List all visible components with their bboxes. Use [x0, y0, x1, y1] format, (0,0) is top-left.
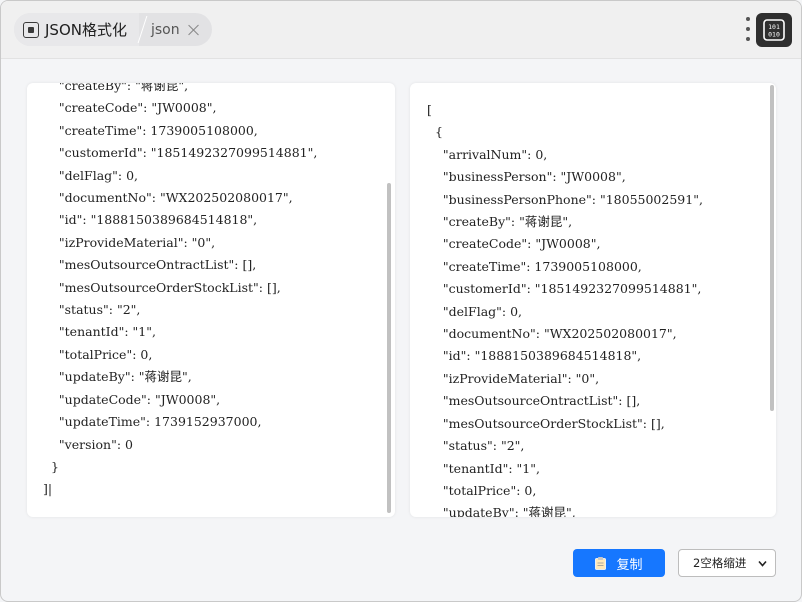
copy-button[interactable]: 复制 — [573, 549, 665, 577]
chevron-down-icon — [758, 560, 767, 567]
code-line: "mesOutsourceOrderStockList": [], — [427, 415, 665, 431]
output-viewer[interactable]: [ { "arrivalNum": 0, "businessPerson": "… — [410, 83, 776, 517]
code-line: "updateTime": 1739152937000, — [43, 414, 262, 430]
tab-separator — [139, 13, 149, 46]
code-line: "createTime": 1739005108000, — [43, 122, 258, 138]
code-line: ]| — [43, 481, 53, 497]
more-icon[interactable] — [744, 17, 752, 41]
code-line: "mesOutsourceOntractList": [], — [427, 393, 641, 409]
code-line: "tenantId": "1", — [427, 460, 540, 476]
code-line: "customerId": "1851492327099514881", — [427, 281, 702, 297]
code-line: "status": "2", — [43, 302, 141, 318]
output-scrollbar-thumb[interactable] — [770, 85, 774, 411]
input-editor[interactable]: "createBy": "蒋谢昆", "createCode": "JW0008… — [27, 83, 395, 517]
input-code[interactable]: "createBy": "蒋谢昆", "createCode": "JW0008… — [43, 83, 395, 501]
code-line: "version": 0 — [43, 436, 133, 452]
copy-label: 复制 — [616, 556, 643, 572]
code-line: "customerId": "1851492327099514881", — [43, 145, 318, 161]
tab-json[interactable]: json — [149, 13, 200, 46]
code-line: "createCode": "JW0008", — [43, 100, 217, 116]
close-icon[interactable] — [188, 24, 200, 36]
code-line: "arrivalNum": 0, — [427, 146, 548, 162]
code-line: { — [427, 124, 443, 140]
indent-select-value: 2空格缩进 — [693, 556, 747, 570]
title-bar: JSON格式化 json 101 010 — [1, 1, 801, 59]
code-line: "id": "1888150389684514818", — [427, 348, 642, 364]
code-line: "createCode": "JW0008", — [427, 236, 601, 252]
indent-select[interactable]: 2空格缩进 — [678, 549, 776, 577]
tab-title: JSON格式化 — [45, 21, 127, 39]
code-line: "documentNo": "WX202502080017", — [43, 190, 293, 206]
output-code: [ { "arrivalNum": 0, "businessPerson": "… — [427, 99, 776, 517]
toolbox-icon[interactable]: 101 010 — [756, 13, 792, 47]
input-scrollbar[interactable] — [387, 83, 393, 517]
code-line: "totalPrice": 0, — [43, 346, 153, 362]
input-scrollbar-thumb[interactable] — [387, 183, 391, 513]
code-line: "delFlag": 0, — [427, 303, 523, 319]
code-line: "updateCode": "JW0008", — [43, 391, 221, 407]
code-line: "delFlag": 0, — [43, 167, 139, 183]
code-line: "businessPersonPhone": "18055002591", — [427, 191, 703, 207]
code-line: "totalPrice": 0, — [427, 482, 537, 498]
code-line: "mesOutsourceOrderStockList": [], — [43, 279, 281, 295]
code-line: "updateBy": "蒋谢昆", — [43, 369, 192, 385]
tab-group: JSON格式化 json — [14, 13, 212, 46]
code-line: "izProvideMaterial": "0", — [43, 234, 216, 250]
tab-json-formatter[interactable]: JSON格式化 — [14, 13, 139, 46]
app-window: JSON格式化 json 101 010 "createBy": "蒋谢昆", … — [0, 0, 802, 602]
code-line: "mesOutsourceOntractList": [], — [43, 257, 257, 273]
code-line: [ — [427, 102, 432, 117]
code-line: "businessPerson": "JW0008", — [427, 169, 626, 185]
code-line: "createBy": "蒋谢昆", — [427, 214, 573, 230]
tab-json-label: json — [150, 21, 180, 38]
svg-text:010: 010 — [768, 31, 780, 39]
app-icon — [23, 21, 39, 38]
code-line: "updateBy": "蒋谢昆", — [427, 505, 576, 517]
code-line: "status": "2", — [427, 438, 525, 454]
code-line: "documentNo": "WX202502080017", — [427, 326, 677, 342]
code-line: "createTime": 1739005108000, — [427, 258, 642, 274]
code-line: "id": "1888150389684514818", — [43, 212, 258, 228]
code-line: "tenantId": "1", — [43, 324, 156, 340]
clipboard-icon — [595, 556, 607, 570]
code-line: "createBy": "蒋谢昆", — [43, 83, 189, 93]
code-line: "izProvideMaterial": "0", — [427, 370, 600, 386]
code-line: } — [43, 458, 59, 474]
